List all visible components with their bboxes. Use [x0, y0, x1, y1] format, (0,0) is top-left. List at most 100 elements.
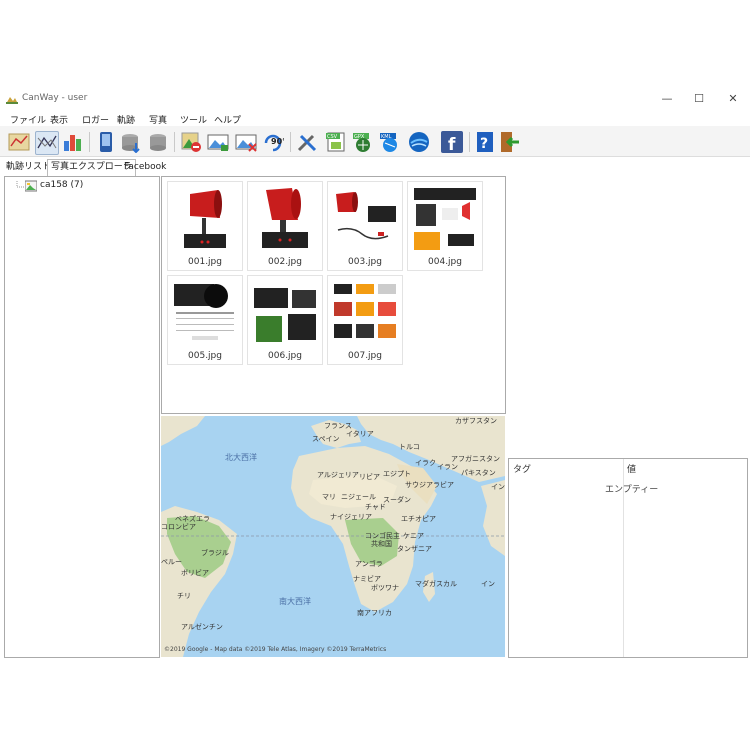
toolbar: 90° CSV GPX KML f ?: [0, 126, 750, 157]
exit-icon[interactable]: [498, 131, 520, 153]
close-button[interactable]: ✕: [718, 90, 748, 108]
siren-photo-icon: [252, 186, 318, 252]
map-label: サウジアラビア: [405, 481, 454, 489]
menu-view[interactable]: 表示: [50, 113, 68, 126]
export-csv-icon[interactable]: CSV: [325, 131, 347, 153]
menu-help[interactable]: ヘルプ: [214, 113, 241, 126]
photo-import-icon[interactable]: [207, 131, 229, 153]
map-label: ケニア: [403, 532, 424, 540]
map-route-icon[interactable]: [8, 131, 30, 153]
map-label: 南アフリカ: [357, 609, 392, 617]
photo-filename: 003.jpg: [348, 257, 382, 267]
map-label: チャド: [365, 503, 386, 511]
minimize-button[interactable]: —: [652, 90, 682, 108]
export-kml-icon[interactable]: KML: [379, 131, 401, 153]
track-icon[interactable]: [35, 131, 59, 155]
wiring-diagram-photo-icon: [412, 186, 478, 252]
menu-logger[interactable]: ロガー: [82, 113, 109, 126]
export-gpx-icon[interactable]: GPX: [352, 131, 374, 153]
google-earth-icon[interactable]: [408, 131, 430, 153]
control-box-photo-icon: [252, 280, 318, 346]
photo-thumbnail[interactable]: 002.jpg: [247, 181, 323, 271]
title-bar: CanWay - user — ☐ ✕: [0, 88, 750, 110]
device-icon[interactable]: [95, 131, 117, 153]
map-label: スーダン: [383, 496, 411, 504]
database-delete-icon[interactable]: [147, 131, 169, 153]
siren-photo-icon: [172, 186, 238, 252]
svg-text:?: ?: [480, 136, 488, 152]
menu-file[interactable]: ファイル: [10, 113, 46, 126]
map-label: アルゼンチン: [181, 623, 223, 631]
map-label: マリ: [322, 493, 336, 501]
photo-thumbnail[interactable]: 005.jpg: [167, 275, 243, 365]
world-map: [161, 416, 505, 657]
map-label: イン: [481, 580, 495, 588]
map-label: ニジェール: [341, 493, 376, 501]
empty-placeholder: エンプティー: [605, 485, 659, 495]
tab-facebook[interactable]: Facebook: [121, 160, 169, 175]
column-header-value[interactable]: 値: [627, 462, 636, 475]
bar-chart-icon[interactable]: [62, 131, 84, 153]
toolbar-separator: [89, 132, 90, 152]
photo-grid: 001.jpg 002.jpg 003.jpg 004.jpg 005.jpg: [161, 176, 506, 414]
toolbar-separator: [174, 132, 175, 152]
map-label: 共和国: [371, 540, 392, 548]
menu-photo[interactable]: 写真: [149, 113, 167, 126]
map-label: アンゴラ: [355, 560, 383, 568]
map-label: タンザニア: [397, 545, 432, 553]
photo-add-icon[interactable]: [180, 131, 202, 153]
map-label: アルジェリア: [317, 471, 359, 479]
svg-text:90°: 90°: [271, 137, 284, 146]
rotate-icon[interactable]: 90°: [262, 131, 286, 153]
menu-bar: ファイル 表示 ロガー 軌跡 写真 ツール ヘルプ: [0, 110, 750, 126]
map-label: ボツワナ: [371, 584, 399, 592]
map-label: トルコ: [399, 443, 420, 451]
tree-item-root[interactable]: ca158 (7): [40, 180, 83, 190]
menu-tools[interactable]: ツール: [180, 113, 207, 126]
siren-kit-photo-icon: [332, 186, 398, 252]
photo-filename: 001.jpg: [188, 257, 222, 267]
column-header-tag[interactable]: タグ: [513, 462, 531, 475]
map-label: イン: [491, 483, 505, 491]
map-label: ブラジル: [201, 549, 229, 557]
ocean-label: 南大西洋: [279, 597, 311, 606]
photo-thumbnail[interactable]: 003.jpg: [327, 181, 403, 271]
photo-thumbnail[interactable]: 007.jpg: [327, 275, 403, 365]
collage-photo-icon: [332, 280, 398, 346]
map-label: スペイン: [312, 435, 340, 443]
svg-text:f: f: [448, 135, 456, 153]
photo-remove-icon[interactable]: [235, 131, 257, 153]
menu-track[interactable]: 軌跡: [117, 113, 135, 126]
map-label: コロンビア: [161, 523, 196, 531]
folder-image-icon[interactable]: [24, 180, 38, 195]
map-label: リビア: [359, 473, 380, 481]
map-label: ナイジェリア: [330, 513, 372, 521]
map-label: ボリビア: [181, 569, 209, 577]
photo-filename: 006.jpg: [268, 351, 302, 361]
folder-tree: ca158 (7): [4, 176, 160, 658]
ocean-label: 北大西洋: [225, 453, 257, 462]
map-label: エジプト: [383, 470, 411, 478]
map-label: イラン: [437, 463, 458, 471]
photo-thumbnail[interactable]: 006.jpg: [247, 275, 323, 365]
map-label: カザフスタン: [455, 417, 497, 425]
map-attribution: ©2019 Google - Map data ©2019 Tele Atlas…: [164, 646, 387, 653]
svg-text:CSV: CSV: [327, 134, 338, 140]
help-icon[interactable]: ?: [474, 131, 496, 153]
map-view[interactable]: フランス イタリア スペイン カザフスタン トルコ アフガニスタン イラク イラ…: [161, 416, 505, 657]
database-icon[interactable]: [120, 131, 142, 154]
map-label: イラク: [415, 459, 436, 467]
photo-filename: 005.jpg: [188, 351, 222, 361]
tab-bar: 軌跡リスト 写真エクスプローラ Facebook: [0, 157, 750, 176]
properties-panel: タグ 値 エンプティー: [508, 458, 748, 658]
map-label: ペルー: [161, 558, 182, 566]
maximize-button[interactable]: ☐: [684, 90, 714, 108]
map-label: マダガスカル: [415, 580, 457, 588]
facebook-icon[interactable]: f: [441, 131, 463, 155]
tools-icon[interactable]: [296, 131, 318, 153]
map-label: チリ: [177, 592, 191, 600]
photo-thumbnail[interactable]: 004.jpg: [407, 181, 483, 271]
photo-thumbnail[interactable]: 001.jpg: [167, 181, 243, 271]
map-label: アフガニスタン: [451, 455, 500, 463]
photo-filename: 004.jpg: [428, 257, 462, 267]
